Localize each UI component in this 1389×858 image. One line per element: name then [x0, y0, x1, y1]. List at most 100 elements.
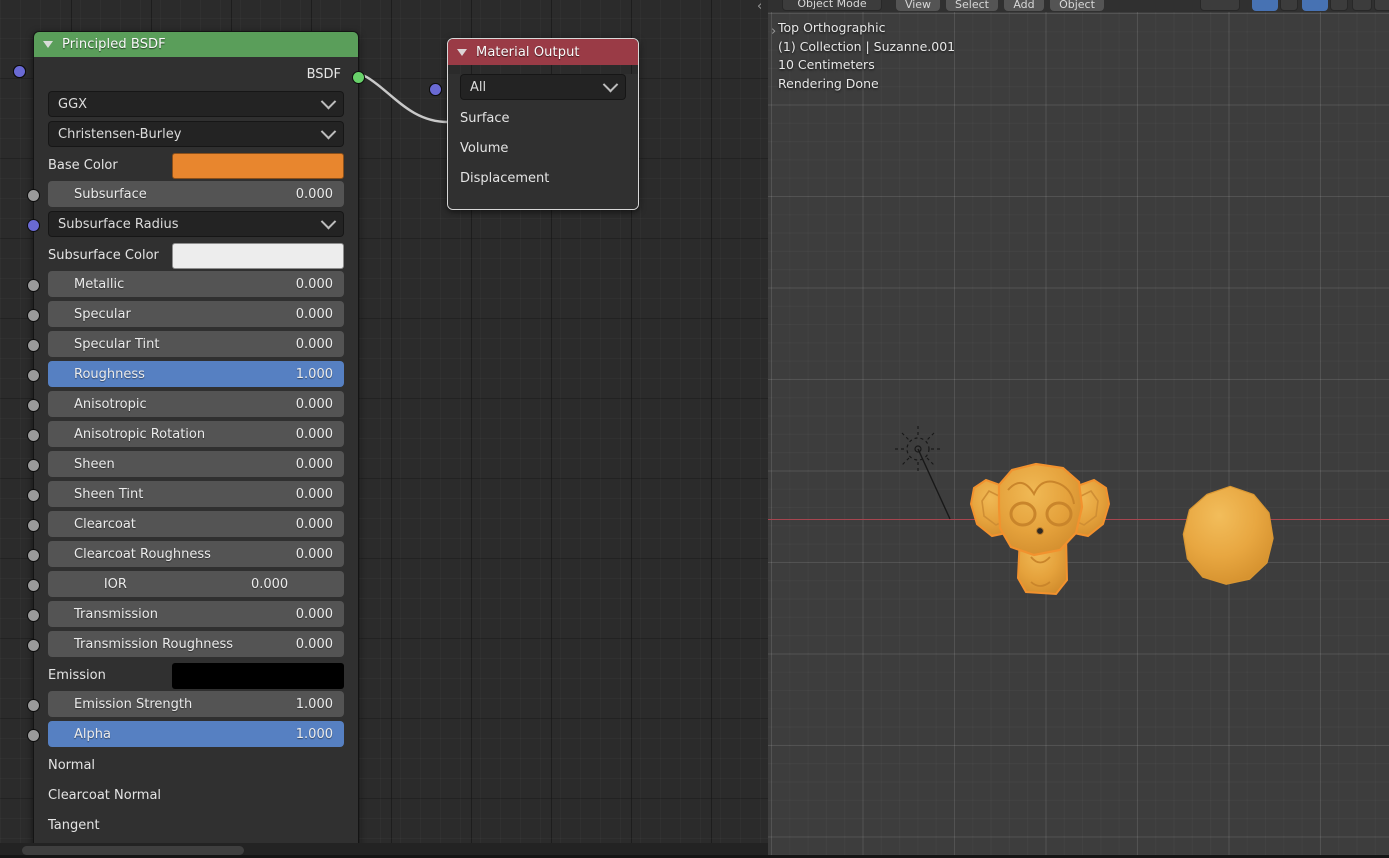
socket-emission-strength[interactable]: [27, 699, 40, 712]
menu-view[interactable]: View: [896, 0, 940, 11]
row-emission[interactable]: Emission: [13, 65, 344, 690]
slider-anisotropic[interactable]: Anisotropic 0.000: [48, 391, 344, 417]
row-emission-strength[interactable]: Emission Strength 1.000: [27, 691, 344, 720]
socket-transmission[interactable]: [27, 609, 40, 622]
slider-anisotropic-rotation[interactable]: Anisotropic Rotation 0.000: [48, 421, 344, 447]
slider-transmission-roughness[interactable]: Transmission Roughness 0.000: [48, 631, 344, 657]
socket-alpha[interactable]: [27, 729, 40, 742]
node-principled-bsdf[interactable]: Principled BSDF BSDF GGX Christensen-Bur…: [13, 31, 365, 854]
menu-object[interactable]: Object: [1050, 0, 1104, 11]
row-clearcoat-roughness[interactable]: Clearcoat Roughness 0.000: [27, 541, 344, 570]
slider-specular-tint[interactable]: Specular Tint 0.000: [48, 331, 344, 357]
row-sheen-tint[interactable]: Sheen Tint 0.000: [27, 481, 344, 510]
socket-tangent[interactable]: [13, 65, 26, 78]
socket-anisotropic[interactable]: [27, 399, 40, 412]
viewport-canvas[interactable]: [768, 12, 1389, 855]
socket-ior[interactable]: [27, 579, 40, 592]
slider-sheen[interactable]: Sheen 0.000: [48, 451, 344, 477]
row-volume[interactable]: Volume: [429, 83, 626, 163]
row-displacement[interactable]: Displacement: [429, 83, 626, 193]
row-transmission-roughness[interactable]: Transmission Roughness 0.000: [27, 631, 344, 660]
socket-clearcoat[interactable]: [27, 519, 40, 532]
socket-clearcoat-roughness[interactable]: [27, 549, 40, 562]
row-anisotropic[interactable]: Anisotropic 0.000: [27, 391, 344, 420]
menu-select[interactable]: Select: [946, 0, 998, 11]
collapse-triangle-icon[interactable]: [43, 41, 53, 48]
row-alpha[interactable]: Alpha 1.000: [27, 721, 344, 750]
slider-clearcoat[interactable]: Clearcoat 0.000: [48, 511, 344, 537]
socket-sheen[interactable]: [27, 459, 40, 472]
socket-bsdf-output[interactable]: [352, 71, 365, 84]
row-specular-tint[interactable]: Specular Tint 0.000: [27, 331, 344, 360]
row-transmission[interactable]: Transmission 0.000: [27, 601, 344, 630]
row-clearcoat[interactable]: Clearcoat 0.000: [27, 511, 344, 540]
row-normal[interactable]: Normal: [13, 65, 344, 780]
proportional-falloff-button[interactable]: [1330, 0, 1348, 11]
row-specular[interactable]: Specular 0.000: [27, 301, 344, 330]
shading-solid-button[interactable]: [1352, 0, 1372, 11]
dropdown-subsurface-radius[interactable]: Subsurface Radius: [48, 211, 344, 237]
socket-metallic[interactable]: [27, 279, 40, 292]
slider-specular[interactable]: Specular 0.000: [48, 301, 344, 327]
socket-anisotropic-rotation[interactable]: [27, 429, 40, 442]
mode-selector[interactable]: Object Mode: [782, 0, 882, 11]
3d-viewport[interactable]: Object Mode View Select Add Object Top O…: [768, 0, 1389, 858]
row-anisotropic-rotation[interactable]: Anisotropic Rotation 0.000: [27, 421, 344, 450]
node-output-row-bsdf[interactable]: BSDF: [34, 57, 365, 91]
row-clearcoat-normal[interactable]: Clearcoat Normal: [13, 65, 344, 810]
shading-rendered-button[interactable]: [1374, 0, 1389, 11]
slider-alpha[interactable]: Alpha 1.000: [48, 721, 344, 747]
row-base-color[interactable]: Base Color: [13, 65, 344, 180]
row-tangent[interactable]: Tangent: [13, 65, 344, 840]
socket-roughness[interactable]: [27, 369, 40, 382]
socket-displacement[interactable]: [429, 83, 442, 96]
proportional-edit-toggle[interactable]: [1302, 0, 1328, 11]
node-editor-collapse-arrow[interactable]: ‹: [757, 0, 762, 13]
row-surface[interactable]: Surface: [429, 83, 626, 133]
socket-sheen-tint[interactable]: [27, 489, 40, 502]
dropdown-target[interactable]: All: [460, 74, 626, 100]
row-metallic[interactable]: Metallic 0.000: [27, 271, 344, 300]
socket-specular[interactable]: [27, 309, 40, 322]
row-subsurface-radius[interactable]: Subsurface Radius: [27, 211, 344, 240]
menu-add[interactable]: Add: [1004, 0, 1044, 11]
slider-ior[interactable]: IOR 0.000: [48, 571, 344, 597]
row-distribution[interactable]: GGX: [48, 91, 344, 120]
slider-sheen-tint[interactable]: Sheen Tint 0.000: [48, 481, 344, 507]
node-header-principled-bsdf[interactable]: Principled BSDF: [34, 32, 358, 57]
row-subsurface[interactable]: Subsurface 0.000: [27, 181, 344, 210]
slider-transmission[interactable]: Transmission 0.000: [48, 601, 344, 627]
row-subsurface-color[interactable]: Subsurface Color: [13, 65, 344, 270]
row-sheen[interactable]: Sheen 0.000: [27, 451, 344, 480]
transform-orientation-selector[interactable]: [1200, 0, 1240, 11]
shader-node-editor[interactable]: Principled BSDF BSDF GGX Christensen-Bur…: [0, 0, 768, 858]
slider-emission-strength[interactable]: Emission Strength 1.000: [48, 691, 344, 717]
slider-roughness[interactable]: Roughness 1.000: [48, 361, 344, 387]
dropdown-subsurface-method[interactable]: Christensen-Burley: [48, 121, 344, 147]
socket-transmission-roughness[interactable]: [27, 639, 40, 652]
input-label-roughness: Roughness: [74, 366, 145, 382]
node-material-output[interactable]: Material Output All Surface Volume Displ…: [429, 38, 639, 210]
slider-metallic[interactable]: Metallic 0.000: [48, 271, 344, 297]
color-swatch-emission[interactable]: [172, 662, 344, 689]
dropdown-distribution[interactable]: GGX: [48, 91, 344, 117]
node-header-material-output[interactable]: Material Output: [448, 39, 638, 65]
snap-toggle-button[interactable]: [1252, 0, 1278, 11]
slider-subsurface[interactable]: Subsurface 0.000: [48, 181, 344, 207]
row-roughness[interactable]: Roughness 1.000: [27, 361, 344, 390]
slider-clearcoat-roughness[interactable]: Clearcoat Roughness 0.000: [48, 541, 344, 567]
socket-specular-tint[interactable]: [27, 339, 40, 352]
input-label-specular: Specular: [74, 306, 131, 322]
collapse-triangle-icon[interactable]: [457, 48, 467, 56]
socket-subsurface[interactable]: [27, 189, 40, 202]
row-subsurface-method[interactable]: Christensen-Burley: [48, 121, 344, 150]
row-target[interactable]: All: [460, 74, 626, 103]
scrollbar-thumb[interactable]: [22, 846, 244, 855]
socket-subsurface-radius[interactable]: [27, 219, 40, 232]
color-swatch-subsurface-color[interactable]: [172, 242, 344, 269]
row-ior[interactable]: IOR 0.000: [27, 571, 344, 600]
snap-options-button[interactable]: [1280, 0, 1298, 11]
overlay-grid-scale: 10 Centimeters: [778, 57, 875, 72]
color-swatch-base-color[interactable]: [172, 152, 344, 179]
viewport-sidebar-expand-arrow[interactable]: ›: [771, 25, 776, 38]
